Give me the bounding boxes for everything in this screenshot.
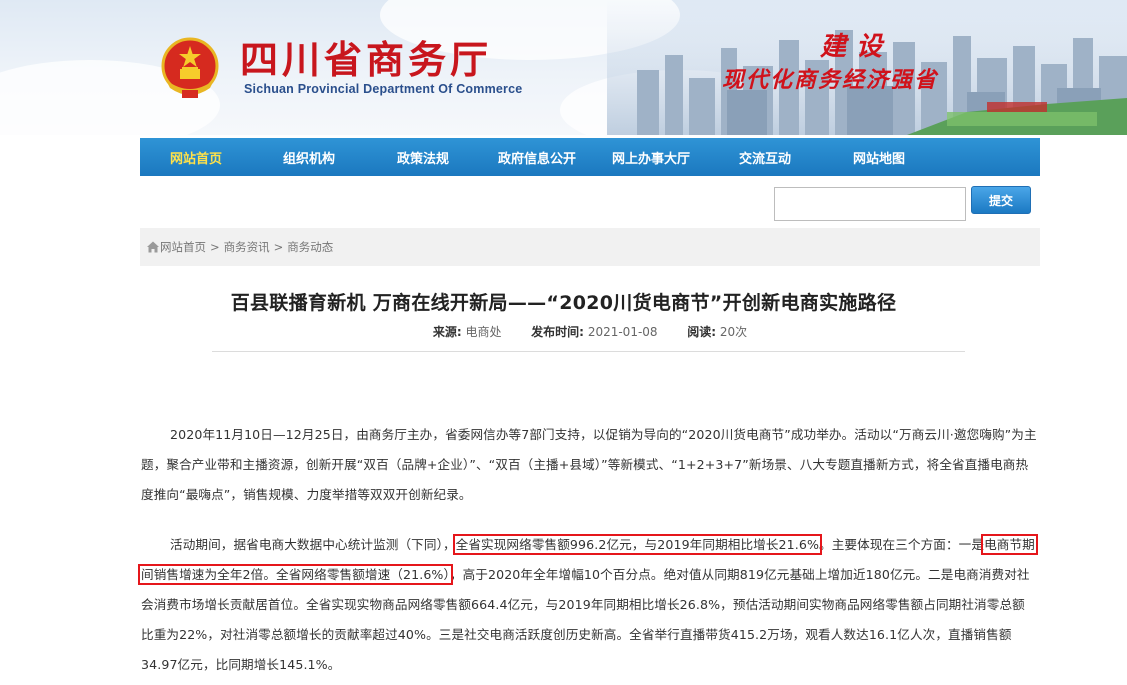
view-count: 20次 xyxy=(719,325,748,339)
breadcrumb: 网站首页 > 商务资讯 > 商务动态 xyxy=(140,228,1040,266)
main-nav: 网站首页 组织机构 政策法规 政府信息公开 网上办事大厅 交流互动 网站地图 xyxy=(140,138,1040,176)
highlighted-sales-total: 全省实现网络零售额996.2亿元，与2019年同期相比增长21.6% xyxy=(452,534,823,555)
date-label: 发布时间: xyxy=(531,325,584,339)
slogan-line2: 现代化商务经济强省 xyxy=(722,67,939,93)
slogan-line1: 建设 xyxy=(820,32,893,62)
publish-date: 2021-01-08 xyxy=(587,325,658,339)
source-value: 电商处 xyxy=(465,325,502,339)
breadcrumb-business-updates[interactable]: 商务动态 xyxy=(287,239,333,255)
article-paragraph-2: 活动期间，据省电商大数据中心统计监测（下同），全省实现网络零售额996.2亿元，… xyxy=(138,530,1038,680)
site-title: 四川省商务厅 xyxy=(240,37,493,82)
paragraph-text: 活动期间，据省电商大数据中心统计监测（下同）， xyxy=(170,537,456,552)
paragraph-text: ，高于2020年全年增幅10个百分点。绝对值从同期819亿元基础上增加近180亿… xyxy=(141,567,1030,672)
national-emblem-icon xyxy=(161,37,219,98)
search-submit-button[interactable]: 提交 xyxy=(971,186,1031,214)
breadcrumb-home[interactable]: 网站首页 xyxy=(160,239,206,255)
views-label: 阅读: xyxy=(687,325,717,339)
breadcrumb-separator: > xyxy=(210,240,220,254)
breadcrumb-business-news[interactable]: 商务资讯 xyxy=(224,239,270,255)
source-label: 来源: xyxy=(432,325,462,339)
breadcrumb-separator: > xyxy=(273,240,284,254)
article-meta: 来源: 电商处 发布时间: 2021-01-08 阅读: 20次 xyxy=(0,323,1127,340)
nav-item-interaction[interactable]: 交流互动 xyxy=(708,148,822,167)
header-banner: 四川省商务厅 Sichuan Provincial Department Of … xyxy=(0,0,1127,135)
nav-item-online-services[interactable]: 网上办事大厅 xyxy=(594,148,708,167)
article-title: 百县联播育新机 万商在线开新局——“2020川货电商节”开创新电商实施路径 xyxy=(230,292,897,314)
paragraph-text: 。主要体现在三个方面：一是 xyxy=(819,537,985,552)
home-icon xyxy=(147,241,159,253)
nav-item-organization[interactable]: 组织机构 xyxy=(252,148,366,167)
nav-item-home[interactable]: 网站首页 xyxy=(140,148,252,167)
title-divider xyxy=(212,351,965,352)
article-paragraph-1: 2020年11月10日—12月25日，由商务厅主办，省委网信办等7部门支持，以促… xyxy=(141,427,1037,502)
nav-item-gov-info[interactable]: 政府信息公开 xyxy=(480,148,594,167)
nav-item-policies[interactable]: 政策法规 xyxy=(366,148,480,167)
site-subtitle: Sichuan Provincial Department Of Commerc… xyxy=(244,82,523,96)
search-input[interactable] xyxy=(774,187,966,221)
nav-item-sitemap[interactable]: 网站地图 xyxy=(822,148,936,167)
